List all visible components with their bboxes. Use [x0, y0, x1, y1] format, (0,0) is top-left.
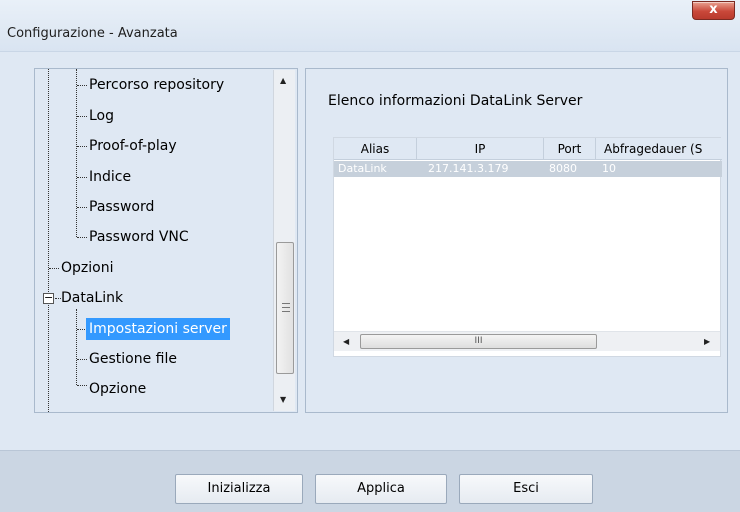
scroll-up-icon[interactable]: ▲: [280, 76, 286, 85]
cell-alias: DataLink: [338, 162, 387, 175]
initialize-button[interactable]: Inizializza: [175, 474, 303, 504]
table-hscrollbar[interactable]: ◀ III ▶: [334, 331, 720, 351]
tree-connector: [77, 177, 87, 178]
hscrollbar-thumb[interactable]: III: [360, 334, 597, 349]
exit-button[interactable]: Esci: [459, 474, 593, 504]
server-table[interactable]: Alias IP Port Abfragedauer (S DataLink 2…: [333, 137, 722, 357]
cell-duration: 10: [602, 162, 616, 175]
tree-item-impostazioni-server[interactable]: Impostazioni server: [86, 318, 230, 340]
tree-connector: [77, 237, 87, 238]
server-panel: Elenco informazioni DataLink Server Alia…: [305, 68, 728, 413]
column-header-duration[interactable]: Abfragedauer (S: [596, 138, 722, 160]
settings-tree: Percorso repository Log Proof-of-play In…: [34, 68, 298, 413]
collapse-icon[interactable]: −: [43, 292, 54, 304]
tree-connector: [77, 207, 87, 208]
tree-item-password[interactable]: Password: [89, 196, 154, 218]
cell-port: 8080: [549, 162, 577, 175]
apply-button[interactable]: Applica: [315, 474, 447, 504]
tree-connector: [48, 69, 49, 412]
title-bar: Configurazione - Avanzata x: [0, 0, 740, 52]
tree-connector: [77, 359, 87, 360]
tree-connector: [76, 69, 77, 237]
tree-item-opzione[interactable]: Opzione: [89, 378, 146, 400]
tree-item-password-vnc[interactable]: Password VNC: [89, 226, 189, 248]
table-header: Alias IP Port Abfragedauer (S: [334, 138, 722, 160]
column-header-port[interactable]: Port: [544, 138, 596, 160]
tree-connector: [77, 116, 87, 117]
tree-item-percorso-repository[interactable]: Percorso repository: [89, 74, 224, 96]
column-header-alias[interactable]: Alias: [334, 138, 417, 160]
scroll-right-icon[interactable]: ▶: [704, 337, 710, 346]
tree-connector: [77, 146, 87, 147]
scroll-left-icon[interactable]: ◀: [343, 337, 349, 346]
tree-connector: [49, 268, 59, 269]
tree-item-opzioni[interactable]: Opzioni: [61, 257, 113, 279]
tree-item-proof-of-play[interactable]: Proof-of-play: [89, 135, 177, 157]
tree-item-log[interactable]: Log: [89, 105, 114, 127]
button-bar: Inizializza Applica Esci: [0, 450, 740, 512]
cell-ip: 217.141.3.179: [428, 162, 509, 175]
tree-scrollbar[interactable]: ▲ ▼: [273, 70, 295, 411]
grip-icon: [282, 303, 290, 312]
table-row[interactable]: DataLink 217.141.3.179 8080 10: [334, 161, 722, 177]
tree-item-gestione-file[interactable]: Gestione file: [89, 348, 177, 370]
tree-item-datalink[interactable]: DataLink: [61, 287, 123, 309]
column-header-ip[interactable]: IP: [417, 138, 544, 160]
window-title: Configurazione - Avanzata: [7, 26, 178, 41]
tree-connector: [77, 85, 87, 86]
close-button[interactable]: x: [692, 1, 735, 20]
scrollbar-thumb[interactable]: [276, 242, 294, 374]
scroll-down-icon[interactable]: ▼: [280, 395, 286, 404]
tree-item-indice[interactable]: Indice: [89, 166, 131, 188]
tree-connector: [76, 309, 77, 385]
panel-heading: Elenco informazioni DataLink Server: [328, 93, 583, 109]
tree-connector: [77, 385, 87, 386]
